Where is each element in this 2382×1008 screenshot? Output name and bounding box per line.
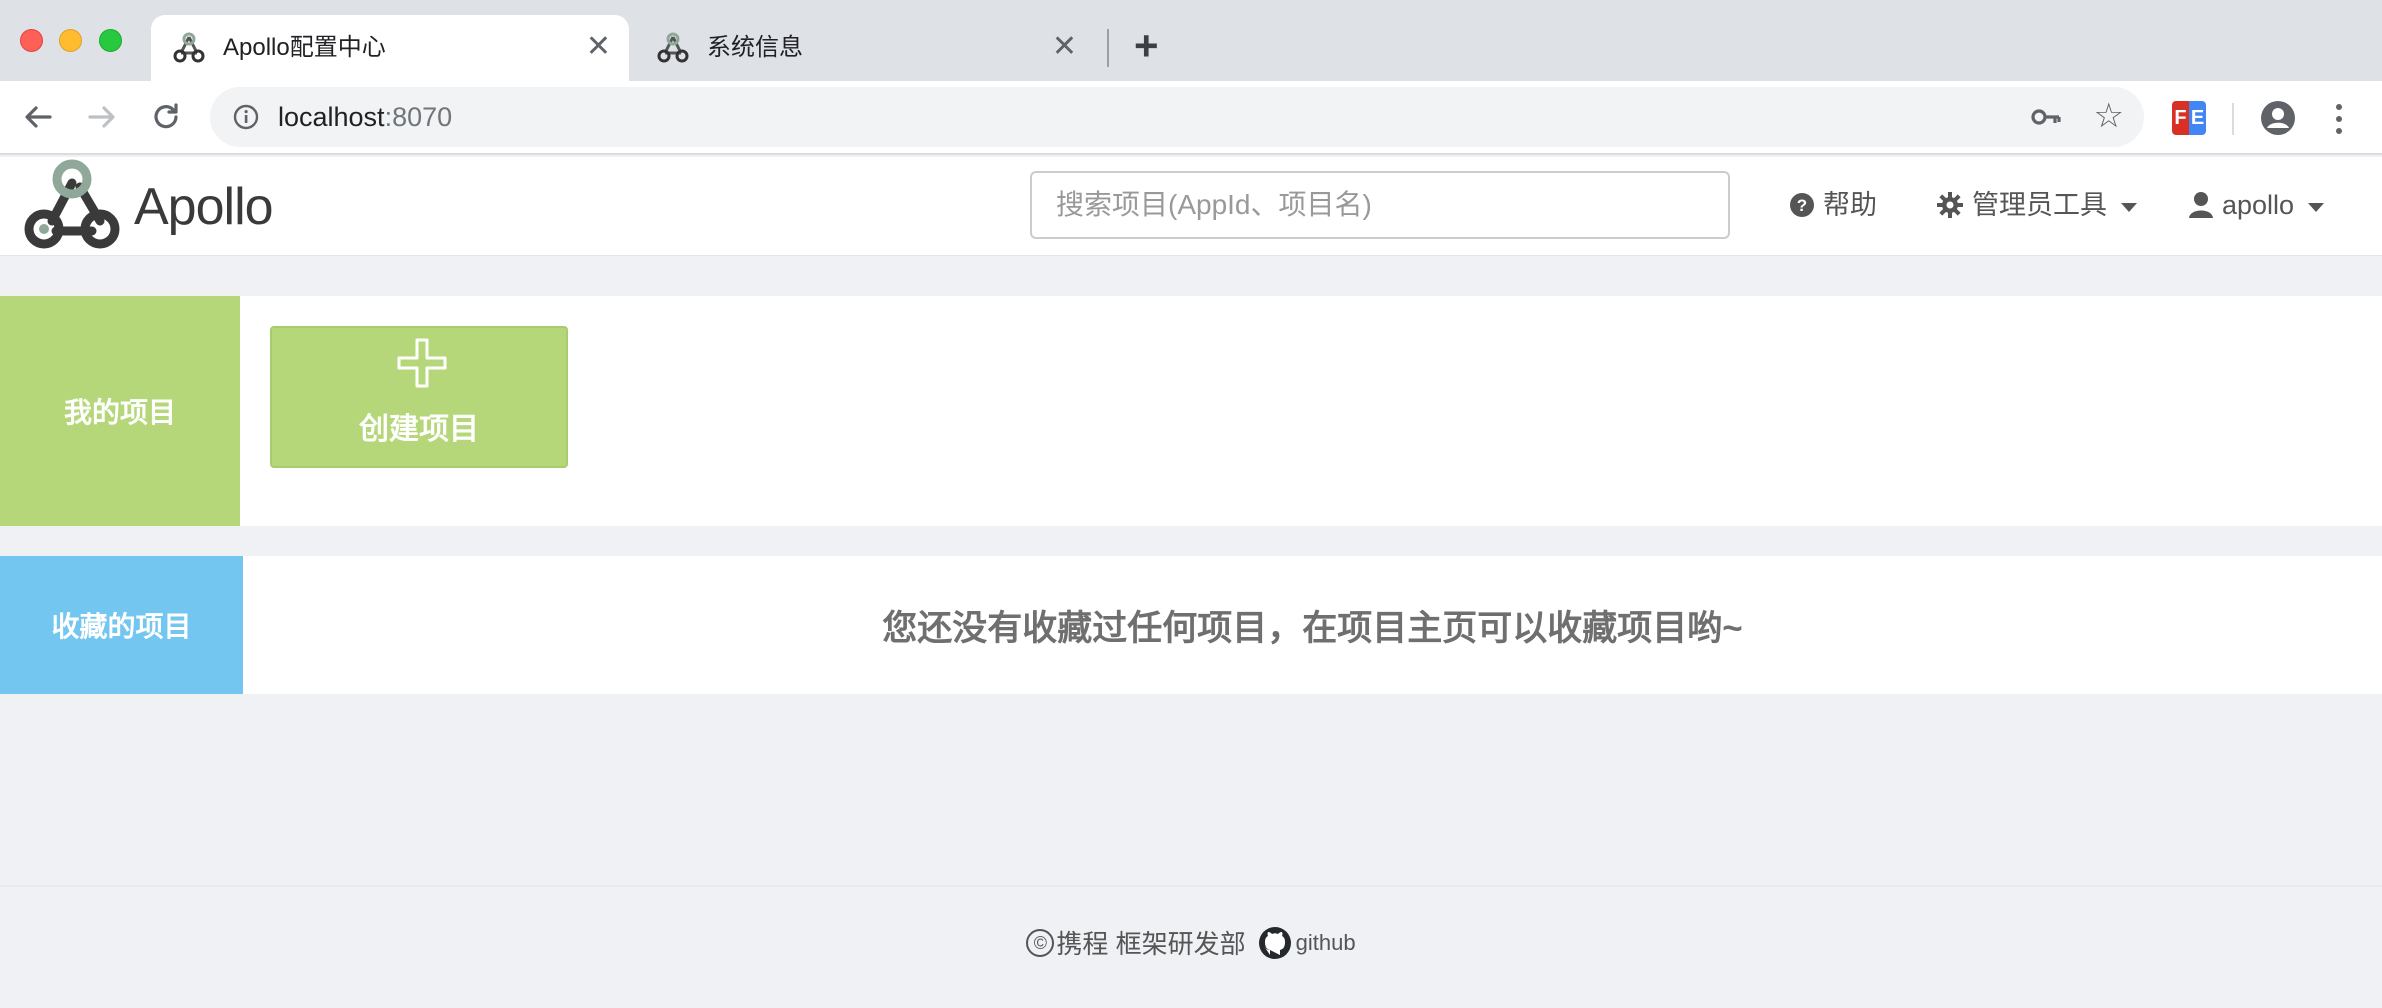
- fe-extension-e: E: [2189, 101, 2206, 135]
- reload-icon[interactable]: [146, 97, 186, 137]
- apollo-logo-icon[interactable]: [22, 159, 122, 251]
- bookmark-star-icon[interactable]: ☆: [2094, 99, 2124, 133]
- tab-divider: [1107, 29, 1109, 67]
- window-close-button[interactable]: [20, 29, 43, 52]
- tab-title: 系统信息: [707, 34, 803, 61]
- brand-name[interactable]: Apollo: [134, 179, 274, 235]
- browser-tab-bar: Apollo配置中心 ✕ 系统信息 ✕ +: [0, 0, 2382, 81]
- back-arrow-icon[interactable]: [18, 97, 58, 137]
- user-icon: [2189, 192, 2213, 218]
- github-icon[interactable]: [1258, 926, 1292, 960]
- browser-toolbar: localhost:8070 ☆ F E: [0, 81, 2382, 155]
- window-minimize-button[interactable]: [59, 29, 82, 52]
- help-link[interactable]: ? 帮助: [1789, 187, 1877, 223]
- svg-text:?: ?: [1797, 196, 1807, 215]
- url-text[interactable]: localhost:8070: [278, 100, 452, 134]
- profile-avatar-icon[interactable]: [2259, 99, 2297, 137]
- apollo-favicon-icon: [657, 32, 689, 63]
- user-name: apollo: [2222, 190, 2295, 220]
- url-host: localhost: [278, 102, 385, 132]
- question-circle-icon: ?: [1790, 193, 1814, 217]
- favorite-projects-label: 收藏的项目: [0, 556, 243, 694]
- chevron-down-icon: [2308, 202, 2325, 212]
- address-bar[interactable]: localhost:8070 ☆: [210, 87, 2144, 147]
- footer: © 携程 框架研发部 github: [0, 924, 2382, 961]
- my-projects-section: 我的项目 创建项目: [0, 296, 2382, 526]
- chevron-down-icon: [2121, 202, 2137, 212]
- create-project-label: 创建项目: [359, 413, 479, 446]
- admin-tools-label: 管理员工具: [1972, 190, 2107, 220]
- favorite-projects-section: 收藏的项目 您还没有收藏过任何项目，在项目主页可以收藏项目哟~: [0, 556, 2382, 694]
- apollo-favicon-icon: [173, 32, 205, 63]
- fe-extension-icon[interactable]: F E: [2172, 101, 2206, 135]
- tab-close-icon[interactable]: ✕: [586, 32, 611, 62]
- user-menu[interactable]: apollo: [2188, 187, 2325, 223]
- gear-icon: [1937, 192, 1963, 218]
- tab-title: Apollo配置中心: [223, 34, 386, 61]
- tab-close-icon[interactable]: ✕: [1052, 32, 1077, 62]
- forward-arrow-icon[interactable]: [82, 97, 122, 137]
- plus-icon: [397, 338, 447, 388]
- admin-tools-menu[interactable]: 管理员工具: [1936, 187, 2137, 223]
- project-search-input[interactable]: [1030, 171, 1730, 239]
- site-info-icon[interactable]: [232, 103, 260, 131]
- browser-menu-icon[interactable]: [2332, 99, 2346, 139]
- url-port: :8070: [384, 102, 453, 132]
- toolbar-divider: [2232, 103, 2234, 135]
- tab-apollo[interactable]: Apollo配置中心 ✕: [151, 15, 629, 81]
- app-header: Apollo ? 帮助 管理员工具 apollo: [0, 157, 2382, 256]
- fe-extension-f: F: [2172, 101, 2189, 135]
- key-icon[interactable]: [2030, 103, 2062, 131]
- create-project-button[interactable]: 创建项目: [270, 326, 568, 468]
- footer-company: 携程 框架研发部: [1056, 929, 1246, 959]
- github-link[interactable]: github: [1296, 930, 1356, 956]
- help-label: 帮助: [1823, 190, 1877, 220]
- copyright-icon: ©: [1026, 928, 1055, 957]
- window-zoom-button[interactable]: [99, 29, 122, 52]
- favorites-empty-message: 您还没有收藏过任何项目，在项目主页可以收藏项目哟~: [882, 608, 1743, 648]
- footer-divider: [0, 885, 2382, 887]
- tab-system-info[interactable]: 系统信息 ✕: [635, 15, 1095, 81]
- new-tab-button[interactable]: +: [1134, 22, 1159, 70]
- my-projects-label: 我的项目: [0, 296, 240, 526]
